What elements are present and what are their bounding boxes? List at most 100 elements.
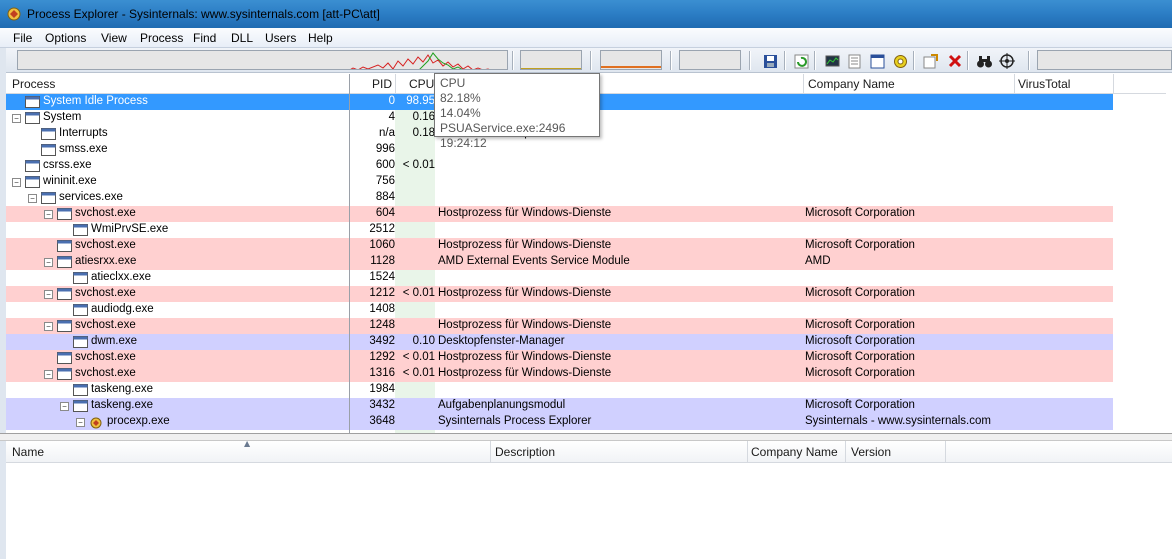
- column-cpu[interactable]: CPU: [409, 77, 434, 91]
- cpu-graph[interactable]: [17, 50, 508, 70]
- process-company: AMD: [805, 255, 831, 267]
- find-window-crosshair-icon[interactable]: [998, 52, 1016, 70]
- toolbar-separator: [590, 51, 592, 70]
- column-name[interactable]: Name: [12, 445, 44, 459]
- process-name: dwm.exe: [91, 335, 138, 347]
- menu-help[interactable]: Help: [308, 31, 333, 45]
- column-company-name[interactable]: Company Name: [808, 77, 895, 91]
- column-divider[interactable]: [845, 441, 846, 463]
- process-name: csrss.exe: [43, 159, 92, 171]
- process-pid: 3492: [369, 335, 395, 347]
- tree-collapse-icon[interactable]: −: [44, 322, 53, 331]
- process-row[interactable]: − svchost.exe 604 Hostprozess für Windows-D…: [6, 206, 1113, 222]
- process-cpu: 98.95: [406, 95, 435, 107]
- process-row[interactable]: − svchost.exe 1316 < 0.01 Hostprozess für Wi…: [6, 366, 1113, 382]
- process-row[interactable]: − procexp.exe 3648 Sysinternals Process Exp…: [6, 414, 1113, 430]
- tree-collapse-icon[interactable]: −: [44, 210, 53, 219]
- process-icon: [57, 240, 72, 252]
- lower-pane-list[interactable]: [6, 463, 1172, 559]
- commit-graph-plot: [521, 68, 581, 69]
- process-row[interactable]: svchost.exe 1292 < 0.01 Hostprozess für Win…: [6, 350, 1113, 366]
- process-pid: 1128: [370, 255, 395, 267]
- process-company: Microsoft Corporation: [805, 319, 915, 331]
- save-icon[interactable]: [761, 52, 779, 70]
- process-row[interactable]: audiodg.exe 1408: [6, 302, 1113, 318]
- tree-collapse-icon[interactable]: −: [44, 290, 53, 299]
- process-company: Microsoft Corporation: [805, 399, 915, 411]
- extra-graph[interactable]: [1037, 50, 1172, 70]
- refresh-icon[interactable]: [792, 52, 810, 70]
- column-divider[interactable]: [395, 74, 396, 94]
- process-icon: [41, 192, 56, 204]
- menu-view[interactable]: View: [101, 31, 127, 45]
- process-row[interactable]: atieclxx.exe 1524: [6, 270, 1113, 286]
- column-version[interactable]: Version: [851, 445, 891, 459]
- column-divider[interactable]: [945, 441, 946, 463]
- sort-arrow-icon: ▲: [244, 439, 251, 448]
- io-graph-plot: [601, 66, 661, 68]
- gpu-graph[interactable]: [679, 50, 741, 70]
- column-pid[interactable]: PID: [372, 77, 392, 91]
- process-pid: 2512: [369, 223, 395, 235]
- column-divider[interactable]: [490, 441, 491, 463]
- process-description: Hostprozess für Windows-Dienste: [438, 367, 612, 379]
- process-properties-icon[interactable]: [921, 52, 939, 70]
- process-row[interactable]: − svchost.exe 1212 < 0.01 Hostprozess für Wi…: [6, 286, 1113, 302]
- process-pid: n/a: [379, 127, 395, 139]
- menu-users[interactable]: Users: [265, 31, 296, 45]
- properties-icon[interactable]: [845, 52, 863, 70]
- tree-collapse-icon[interactable]: −: [44, 258, 53, 267]
- toolbar-separator: [670, 51, 672, 70]
- process-row[interactable]: − svchost.exe 1248 Hostprozess für Windows-…: [6, 318, 1113, 334]
- dll-view-icon[interactable]: [891, 52, 909, 70]
- process-icon: [73, 272, 88, 284]
- cpu-graph-plot: [350, 52, 490, 69]
- process-row[interactable]: taskeng.exe 1984: [6, 382, 1113, 398]
- process-row[interactable]: WmiPrvSE.exe 2512: [6, 222, 1113, 238]
- process-pid: 1248: [369, 319, 395, 331]
- column-virustotal[interactable]: VirusTotal: [1018, 77, 1070, 91]
- find-binoculars-icon[interactable]: [975, 52, 993, 70]
- process-row[interactable]: csrss.exe 600 < 0.01: [6, 158, 1113, 174]
- process-name: svchost.exe: [75, 367, 136, 379]
- process-row[interactable]: − services.exe 884: [6, 190, 1113, 206]
- process-company: Microsoft Corporation: [805, 335, 915, 347]
- process-name: atieclxx.exe: [91, 271, 152, 283]
- menu-find[interactable]: Find: [193, 31, 216, 45]
- kill-process-icon[interactable]: [946, 52, 964, 70]
- column-divider[interactable]: [803, 74, 804, 94]
- process-pid: 996: [375, 143, 395, 155]
- process-row[interactable]: − taskeng.exe 3432 Aufgabenplanungsmodul Mic…: [6, 398, 1113, 414]
- column-divider[interactable]: [1113, 74, 1114, 94]
- process-pid: 1316: [369, 367, 395, 379]
- pane-splitter[interactable]: [0, 433, 1172, 441]
- column-divider[interactable]: [1014, 74, 1015, 94]
- process-pid: 1292: [369, 351, 395, 363]
- menu-options[interactable]: Options: [45, 31, 86, 45]
- process-name: svchost.exe: [75, 351, 136, 363]
- column-description[interactable]: Description: [495, 445, 555, 459]
- io-graph[interactable]: [600, 50, 662, 70]
- tree-collapse-icon[interactable]: −: [76, 418, 85, 427]
- tree-collapse-icon[interactable]: −: [60, 402, 69, 411]
- process-row[interactable]: − wininit.exe 756: [6, 174, 1113, 190]
- process-icon: [25, 112, 40, 124]
- system-info-icon[interactable]: [823, 52, 841, 70]
- menu-dll[interactable]: DLL: [231, 31, 253, 45]
- window-icon[interactable]: [868, 52, 886, 70]
- tree-collapse-icon[interactable]: −: [12, 114, 21, 123]
- column-company-name-lower[interactable]: Company Name: [751, 445, 838, 459]
- tree-collapse-icon[interactable]: −: [12, 178, 21, 187]
- tree-collapse-icon[interactable]: −: [44, 370, 53, 379]
- menu-process[interactable]: Process: [140, 31, 183, 45]
- menu-file[interactable]: File: [13, 31, 32, 45]
- process-name: taskeng.exe: [91, 399, 154, 411]
- column-process[interactable]: Process: [12, 77, 55, 91]
- process-row[interactable]: svchost.exe 1060 Hostprozess für Windows-D…: [6, 238, 1113, 254]
- commit-graph[interactable]: [520, 50, 582, 70]
- process-row[interactable]: dwm.exe 3492 0.10 Desktopfenster-Manager Mic…: [6, 334, 1113, 350]
- column-divider[interactable]: [747, 441, 748, 463]
- tree-collapse-icon[interactable]: −: [28, 194, 37, 203]
- toolbar-separator: [512, 51, 514, 70]
- process-row[interactable]: − atiesrxx.exe 1128 AMD External Events Ser…: [6, 254, 1113, 270]
